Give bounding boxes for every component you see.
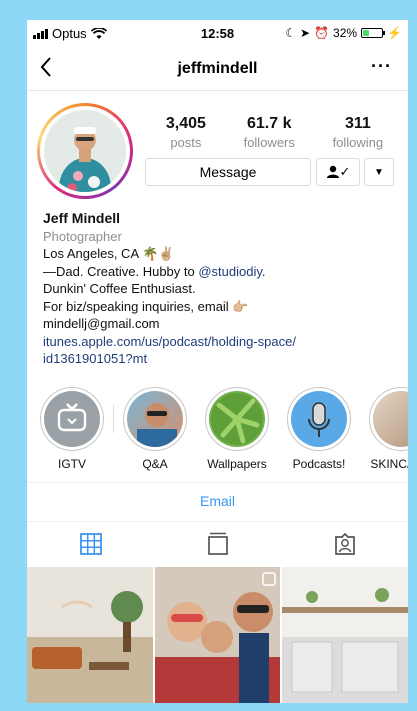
highlight-ring — [205, 387, 269, 451]
battery-percent: 32% — [333, 26, 358, 40]
tab-igtv[interactable] — [198, 529, 238, 559]
igtv-icon — [57, 403, 87, 432]
highlight-wallpapers[interactable]: Wallpapers — [204, 387, 270, 471]
contact-row: Email — [27, 482, 408, 522]
bio-text-end: . — [261, 263, 266, 279]
posts-label: posts — [170, 135, 202, 150]
bio-text: —Dad. Creative. Hubby to — [43, 263, 199, 279]
avatar-photo — [44, 110, 126, 192]
highlight-cover — [44, 391, 100, 447]
tab-grid[interactable] — [71, 529, 111, 559]
message-label: Message — [199, 164, 257, 180]
following-count: 311 — [344, 115, 371, 132]
bio-line-coffee: Dunkin' Coffee Enthusiast. — [43, 281, 196, 296]
battery-icon — [361, 28, 386, 38]
avatar — [44, 110, 126, 192]
stat-followers[interactable]: 61.7 k followers — [244, 115, 295, 150]
post-image-kitchen — [282, 567, 408, 703]
bio-line-family: —Dad. Creative. Hubby to @studiodiy. — [43, 263, 398, 281]
ellipsis-icon: ··· — [371, 56, 392, 76]
highlight-skincare[interactable]: SKINCARE — [368, 387, 408, 471]
post-thumbnail[interactable] — [27, 567, 153, 703]
tagged-icon — [334, 532, 355, 555]
following-label: following — [332, 135, 384, 150]
qa-cover-image — [137, 403, 177, 447]
website-link-line2: id1361901051?mt — [43, 351, 148, 366]
highlight-label: Podcasts! — [292, 457, 346, 471]
check-icon: ✓ — [339, 164, 351, 179]
status-bar: Optus 12:58 ☾ ➤ ⏰ 32% ⚡ — [27, 20, 408, 46]
grid-icon — [79, 533, 102, 555]
profile-bio: Jeff Mindell Photographer Los Angeles, C… — [43, 210, 398, 368]
igtv-tab-icon — [207, 532, 228, 555]
category-label: Photographer — [43, 228, 122, 244]
person-icon — [326, 165, 339, 178]
highlight-cover — [127, 391, 183, 447]
post-thumbnail[interactable] — [154, 567, 281, 703]
highlight-label: SKINCARE — [370, 457, 408, 471]
posts-count: 3,405 — [165, 115, 206, 132]
highlight-ring — [123, 387, 187, 451]
followers-label: followers — [243, 135, 295, 150]
stat-posts[interactable]: 3,405 posts — [166, 115, 206, 150]
email-button[interactable]: Email — [27, 493, 408, 509]
bio-line-inquiries: For biz/speaking inquiries, email 👉🏼 — [43, 298, 249, 314]
highlight-igtv[interactable]: IGTV — [39, 387, 105, 471]
full-name: Jeff Mindell — [43, 210, 121, 226]
bio-line-email: mindellj@gmail.com — [43, 316, 160, 331]
plant-cover-image — [211, 393, 263, 445]
highlight-qa[interactable]: Q&A — [122, 387, 188, 471]
charging-icon: ⚡ — [387, 26, 402, 40]
bio-line-location: Los Angeles, CA 🌴✌🏼 — [43, 246, 175, 261]
highlight-label: Wallpapers — [207, 457, 267, 471]
followers-count: 61.7 k — [246, 115, 292, 132]
caret-down-icon: ▼ — [374, 166, 384, 178]
profile-stats: 3,405 posts 61.7 k followers 311 followi… — [147, 115, 402, 150]
stat-following[interactable]: 311 following — [333, 115, 384, 150]
tab-tagged[interactable] — [325, 529, 365, 559]
moon-icon: ☾ — [285, 26, 296, 40]
post-image-family — [154, 567, 281, 703]
highlight-divider — [113, 405, 114, 433]
website-link[interactable]: itunes.apple.com/us/podcast/holding-spac… — [43, 333, 398, 368]
microphone-icon — [308, 402, 330, 437]
more-options-button[interactable]: ··· — [371, 56, 392, 77]
post-image-living-room — [27, 567, 153, 703]
website-link-line1: itunes.apple.com/us/podcast/holding-spac… — [43, 333, 296, 349]
highlight-label: Q&A — [142, 457, 168, 471]
highlight-ring — [40, 387, 104, 451]
following-status-button[interactable]: ✓ — [316, 158, 360, 186]
highlight-cover — [291, 391, 347, 447]
location-icon: ➤ — [300, 26, 311, 40]
highlight-ring — [287, 387, 351, 451]
story-highlights: IGTV Q&A Wallpapers Podcasts! SKINC — [39, 387, 408, 471]
top-nav: jeffmindell ··· — [27, 50, 408, 91]
profile-username: jeffmindell — [177, 60, 258, 77]
highlight-cover — [209, 391, 265, 447]
highlight-cover — [373, 391, 408, 447]
avatar-border — [40, 106, 130, 196]
status-right: ☾ ➤ ⏰ 32% ⚡ — [285, 26, 402, 40]
profile-avatar-ring[interactable] — [37, 103, 133, 199]
suggested-dropdown-button[interactable]: ▼ — [364, 158, 394, 186]
post-thumbnail[interactable] — [282, 567, 408, 703]
mention-link[interactable]: @studiodiy — [198, 264, 262, 279]
profile-tabs — [27, 523, 408, 565]
message-button[interactable]: Message — [145, 158, 311, 186]
alarm-icon: ⏰ — [314, 26, 330, 40]
posts-grid — [27, 567, 408, 703]
highlight-label: IGTV — [57, 457, 86, 471]
highlight-podcasts[interactable]: Podcasts! — [286, 387, 352, 471]
highlight-ring — [369, 387, 408, 451]
phone-screen: Optus 12:58 ☾ ➤ ⏰ 32% ⚡ jeffmindell ··· — [27, 20, 408, 703]
